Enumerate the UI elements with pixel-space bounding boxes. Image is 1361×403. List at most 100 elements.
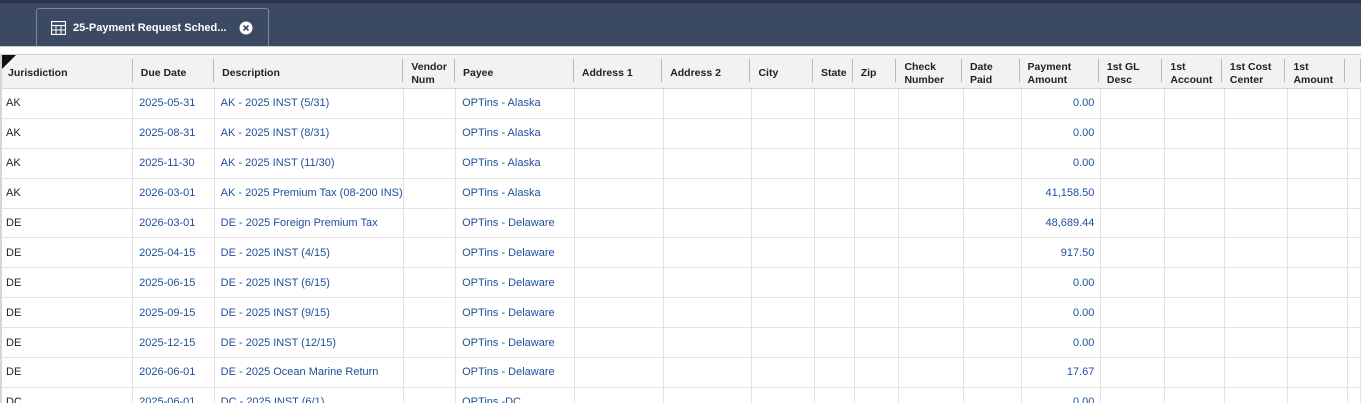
column-header-payee[interactable]: Payee xyxy=(455,55,574,88)
cell-due[interactable]: 2025-06-01 xyxy=(133,387,215,403)
cell-vendor xyxy=(404,118,457,148)
cell-addr2 xyxy=(664,387,753,403)
column-header-amt1[interactable]: 1st Amount xyxy=(1285,55,1345,88)
cell-check xyxy=(899,89,965,118)
cell-state xyxy=(815,89,855,118)
cell-desc[interactable]: DE - 2025 Foreign Premium Tax xyxy=(215,208,405,238)
column-header-gldesc[interactable]: 1st GL Desc xyxy=(1099,55,1163,88)
close-tab-icon[interactable] xyxy=(239,21,253,35)
cell-gldesc xyxy=(1101,298,1166,328)
column-header-amount[interactable]: Payment Amount xyxy=(1020,55,1099,88)
cell-due[interactable]: 2025-11-30 xyxy=(133,148,215,178)
cell-check xyxy=(899,298,965,328)
cell-state xyxy=(815,238,855,268)
column-header-vendor[interactable]: Vendor Num xyxy=(403,55,455,88)
cell-desc[interactable]: DE - 2025 Ocean Marine Return xyxy=(215,358,405,387)
cell-cost xyxy=(1225,89,1289,118)
column-header-jurisdiction[interactable]: Jurisdiction xyxy=(0,55,133,88)
cell-payee[interactable]: OPTins -DC xyxy=(456,387,576,403)
cell-state xyxy=(815,387,855,403)
cell-due[interactable]: 2026-03-01 xyxy=(133,178,215,208)
cell-payee[interactable]: OPTins - Alaska xyxy=(456,178,576,208)
cell-jurisdiction: DE xyxy=(0,238,134,268)
cell-extra xyxy=(1348,178,1361,208)
cell-jurisdiction: DE xyxy=(0,358,134,387)
cell-desc[interactable]: DC - 2025 INST (6/1) xyxy=(215,387,405,403)
cell-due[interactable]: 2025-08-31 xyxy=(133,118,215,148)
cell-gldesc xyxy=(1101,358,1166,387)
column-header-account[interactable]: 1st Account xyxy=(1162,55,1222,88)
cell-payee[interactable]: OPTins - Alaska xyxy=(456,148,576,178)
cell-due[interactable]: 2025-05-31 xyxy=(133,89,215,118)
column-header-due[interactable]: Due Date xyxy=(133,55,215,88)
cell-check xyxy=(899,268,965,298)
table-row[interactable]: AK 2025-08-31 AK - 2025 INST (8/31) OPTins … xyxy=(0,118,1361,149)
cell-city xyxy=(752,268,815,298)
grid-left-edge xyxy=(0,55,2,403)
cell-check xyxy=(899,118,965,148)
cell-payee[interactable]: OPTins - Alaska xyxy=(456,89,576,118)
tab-payment-request-schedule[interactable]: 25-Payment Request Sched... xyxy=(36,8,269,46)
table-row[interactable]: AK 2025-11-30 AK - 2025 INST (11/30) OPTins… xyxy=(0,148,1361,179)
cell-state xyxy=(815,358,855,387)
cell-desc[interactable]: DE - 2025 INST (4/15) xyxy=(215,238,405,268)
cell-extra xyxy=(1348,208,1361,238)
table-row[interactable]: DE 2025-04-15 DE - 2025 INST (4/15) OPTins … xyxy=(0,238,1361,269)
cell-city xyxy=(752,387,815,403)
table-row[interactable]: DC 2025-06-01 DC - 2025 INST (6/1) OPTins -… xyxy=(0,387,1361,403)
cell-amt1 xyxy=(1288,89,1349,118)
cell-due[interactable]: 2026-03-01 xyxy=(133,208,215,238)
column-header-state[interactable]: State xyxy=(813,55,853,88)
column-header-addr2[interactable]: Address 2 xyxy=(662,55,751,88)
table-icon xyxy=(51,20,66,35)
cell-account xyxy=(1165,238,1225,268)
column-header-zip[interactable]: Zip xyxy=(853,55,897,88)
table-row[interactable]: DE 2025-12-15 DE - 2025 INST (12/15) OPTins… xyxy=(0,328,1361,359)
cell-payee[interactable]: OPTins - Delaware xyxy=(456,298,576,328)
column-header-addr1[interactable]: Address 1 xyxy=(574,55,663,88)
cell-account xyxy=(1165,148,1225,178)
column-header-desc[interactable]: Description xyxy=(214,55,404,88)
cell-desc[interactable]: AK - 2025 INST (11/30) xyxy=(215,148,405,178)
cell-desc[interactable]: DE - 2025 INST (9/15) xyxy=(215,298,405,328)
table-row[interactable]: DE 2026-06-01 DE - 2025 Ocean Marine Retur… xyxy=(0,358,1361,388)
cell-due[interactable]: 2025-04-15 xyxy=(133,238,215,268)
cell-payee[interactable]: OPTins - Delaware xyxy=(456,238,576,268)
cell-addr2 xyxy=(664,208,753,238)
cell-payee[interactable]: OPTins - Delaware xyxy=(456,358,576,387)
cell-gldesc xyxy=(1101,89,1166,118)
payment-schedule-grid: Jurisdiction Due Date Description Vendor Nu… xyxy=(0,54,1361,403)
column-header-paid[interactable]: Date Paid xyxy=(962,55,1020,88)
cell-zip xyxy=(855,178,899,208)
cell-desc[interactable]: AK - 2025 Premium Tax (08-200 INS) xyxy=(215,178,405,208)
table-row[interactable]: DE 2026-03-01 DE - 2025 Foreign Premium Ta… xyxy=(0,208,1361,239)
table-row[interactable]: AK 2025-05-31 AK - 2025 INST (5/31) OPTins … xyxy=(0,89,1361,119)
cell-payee[interactable]: OPTins - Delaware xyxy=(456,268,576,298)
cell-paid xyxy=(964,89,1022,118)
table-row[interactable]: DE 2025-06-15 DE - 2025 INST (6/15) OPTins … xyxy=(0,268,1361,299)
cell-amt1 xyxy=(1288,358,1349,387)
cell-desc[interactable]: AK - 2025 INST (5/31) xyxy=(215,89,405,118)
select-all-corner[interactable] xyxy=(2,55,16,69)
cell-amt1 xyxy=(1288,268,1349,298)
table-row[interactable]: AK 2026-03-01 AK - 2025 Premium Tax (08-20… xyxy=(0,178,1361,209)
cell-payee[interactable]: OPTins - Delaware xyxy=(456,208,576,238)
cell-zip xyxy=(855,238,899,268)
cell-desc[interactable]: DE - 2025 INST (12/15) xyxy=(215,328,405,358)
column-header-extra[interactable] xyxy=(1345,55,1361,88)
cell-addr1 xyxy=(575,148,664,178)
cell-desc[interactable]: AK - 2025 INST (8/31) xyxy=(215,118,405,148)
cell-due[interactable]: 2025-12-15 xyxy=(133,328,215,358)
cell-gldesc xyxy=(1101,118,1166,148)
cell-due[interactable]: 2025-09-15 xyxy=(133,298,215,328)
cell-payee[interactable]: OPTins - Delaware xyxy=(456,328,576,358)
column-header-check[interactable]: Check Number xyxy=(896,55,962,88)
cell-desc[interactable]: DE - 2025 INST (6/15) xyxy=(215,268,405,298)
cell-payee[interactable]: OPTins - Alaska xyxy=(456,118,576,148)
cell-due[interactable]: 2025-06-15 xyxy=(133,268,215,298)
table-row[interactable]: DE 2025-09-15 DE - 2025 INST (9/15) OPTins … xyxy=(0,298,1361,329)
column-header-cost[interactable]: 1st Cost Center xyxy=(1222,55,1286,88)
cell-addr1 xyxy=(575,238,664,268)
cell-due[interactable]: 2026-06-01 xyxy=(133,358,215,387)
column-header-city[interactable]: City xyxy=(750,55,813,88)
